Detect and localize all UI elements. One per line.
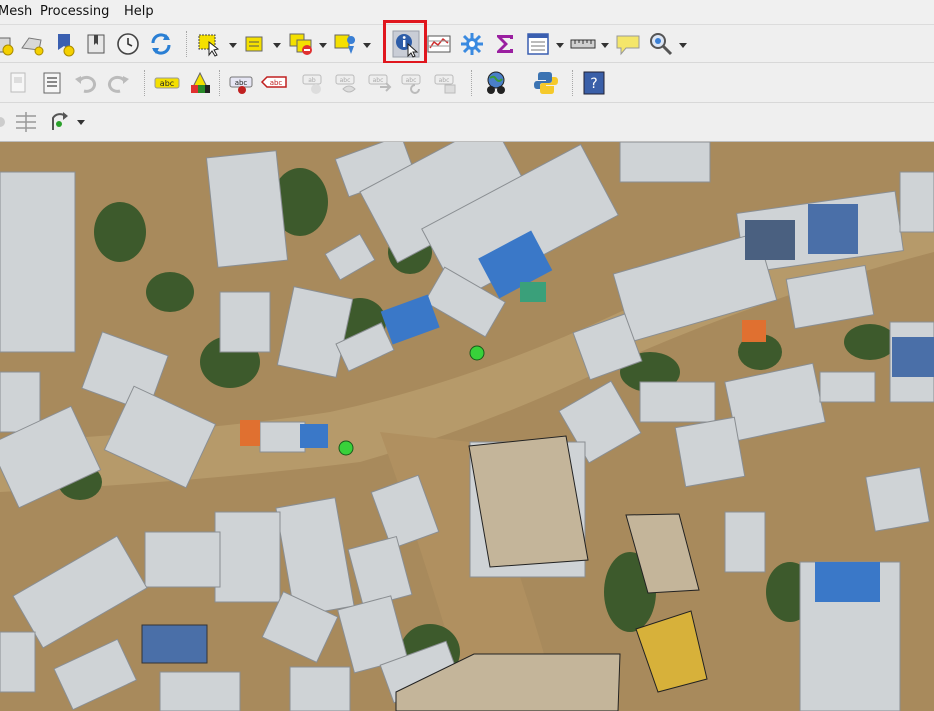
new-mesh-layer-icon[interactable] [0,30,16,58]
blue-roof [300,424,328,448]
open-attribute-table-icon[interactable] [425,30,453,58]
point-feature[interactable] [338,440,354,456]
toolbox-icon[interactable] [458,30,486,58]
advanced-digitizing-icon[interactable] [12,108,40,136]
svg-text:abc: abc [406,77,417,84]
identify-tool-highlight [383,20,427,64]
remove-label-icon[interactable]: abc [260,69,288,97]
map-canvas[interactable] [0,142,934,711]
svg-text:abc: abc [235,79,248,87]
zoom-icon[interactable] [647,30,675,58]
new-print-layout-icon[interactable] [4,69,32,97]
bookmark-icon[interactable] [82,30,110,58]
python-console-icon[interactable] [532,69,560,97]
chevron-down-icon[interactable] [362,40,372,50]
menu-bar: Mesh Processing Help [0,0,934,25]
map-tips-icon[interactable] [614,30,642,58]
orange-roof [240,420,260,446]
blue-roof [808,204,858,254]
toolbar-separator [219,70,222,96]
chevron-down-icon[interactable] [600,40,610,50]
new-virtual-layer-icon[interactable] [17,30,45,58]
blue-roof [892,337,934,377]
svg-text:abc: abc [270,79,283,87]
measure-line-icon[interactable] [569,30,597,58]
menu-mesh[interactable]: Mesh [0,4,32,19]
chevron-down-icon[interactable] [228,40,238,50]
select-by-location-icon[interactable] [331,30,359,58]
layout-manager-icon[interactable] [38,69,66,97]
select-features-icon[interactable] [195,30,223,58]
toolbar-separator [186,31,189,57]
label-e-icon[interactable]: abc [432,69,460,97]
map-navigation-toolbar [0,25,934,63]
redo-icon[interactable] [104,69,132,97]
temporal-controller-icon[interactable] [114,30,142,58]
orange-roof [742,320,766,342]
toolbar-separator [144,70,147,96]
help-book-icon[interactable]: ? [580,69,608,97]
undo-icon[interactable] [72,69,100,97]
label-a-icon[interactable]: ab [300,69,328,97]
svg-text:abc: abc [160,79,174,88]
chevron-down-icon[interactable] [272,40,282,50]
svg-text:?: ? [590,76,597,92]
svg-text:abc: abc [373,77,384,84]
chevron-down-icon[interactable] [555,40,565,50]
blue-roof [815,562,880,602]
deselect-icon[interactable] [287,30,315,58]
svg-text:ab: ab [308,77,316,84]
chevron-down-icon[interactable] [318,40,328,50]
rotate-icon[interactable] [45,108,73,136]
menu-help[interactable]: Help [124,4,154,19]
green-roof [520,282,546,302]
blue-roof [141,624,208,664]
globe-plugin-icon[interactable] [482,69,510,97]
toolbar-separator [471,70,474,96]
point-feature[interactable] [469,345,485,361]
label-b-icon[interactable]: abc [333,69,361,97]
menu-processing[interactable]: Processing [40,4,109,19]
dark-roof [745,220,795,260]
statistics-sum-icon[interactable] [491,30,519,58]
toolbar-separator [572,70,575,96]
svg-text:abc: abc [439,77,450,84]
snapping-toolbar [0,103,934,142]
label-toolbar: abc abc abc ab abc abc abc abc ? [0,63,934,103]
pin-label-icon[interactable]: abc [228,69,256,97]
label-c-icon[interactable]: abc [366,69,394,97]
attribute-table-icon[interactable] [241,30,269,58]
new-temporary-layer-icon[interactable] [50,30,78,58]
refresh-icon[interactable] [147,30,175,58]
label-d-icon[interactable]: abc [399,69,427,97]
svg-text:abc: abc [340,77,351,84]
label-style-icon[interactable] [186,69,214,97]
chevron-down-icon[interactable] [76,117,86,127]
field-calculator-icon[interactable] [524,30,552,58]
chevron-down-icon[interactable] [678,40,688,50]
label-abc-icon[interactable]: abc [153,69,181,97]
